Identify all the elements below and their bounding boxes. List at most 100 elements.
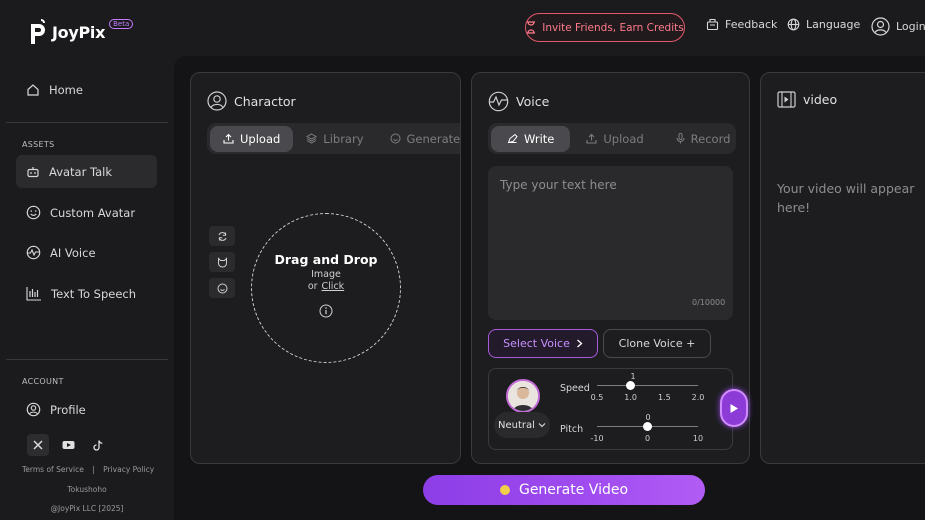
play-preview-button[interactable] [720, 389, 748, 427]
privacy-link[interactable]: Privacy Policy [103, 465, 154, 474]
language-selector[interactable]: Language [787, 18, 860, 31]
voice-settings-card: Neutral Speed 1 0.5 1.0 1.5 2.0 Pitch 0 -10… [488, 368, 733, 450]
terms-link[interactable]: Terms of Service [22, 465, 84, 474]
speed-slider-track[interactable] [597, 385, 698, 386]
profile-icon [26, 402, 41, 417]
feedback-label: Feedback [725, 18, 778, 31]
tokushoho-link[interactable]: Tokushoho [0, 485, 174, 494]
character-panel: Charactor Upload Library Generate Drag a… [190, 72, 461, 464]
script-text-input[interactable] [488, 166, 733, 320]
chevron-down-icon [538, 423, 546, 428]
feedback-icon [706, 18, 719, 31]
main-content: Charactor Upload Library Generate Drag a… [174, 56, 925, 520]
voice-avatar[interactable] [506, 379, 540, 413]
select-voice-button[interactable]: Select Voice [488, 329, 598, 358]
user-circle-icon [207, 91, 227, 111]
upload-icon [223, 133, 234, 144]
panel-title-text: Voice [516, 94, 550, 109]
video-panel-title: video [777, 91, 837, 108]
speed-label: Speed [560, 383, 590, 394]
video-panel: video Your video will appear here! [760, 72, 925, 464]
tab-label: Write [524, 131, 555, 146]
drop-subtitle: Image [311, 269, 341, 280]
tab-label: Upload [603, 131, 644, 146]
voice-panel-title: Voice [488, 91, 549, 112]
tab-record[interactable]: Record [660, 126, 747, 152]
smile-icon [390, 133, 401, 144]
face-tool-button[interactable] [209, 278, 235, 298]
panel-title-text: video [803, 92, 838, 107]
tab-upload[interactable]: Upload [210, 125, 294, 152]
tab-library[interactable]: Library [293, 126, 376, 152]
sidebar: Home ASSETS Avatar Talk Custom Avatar AI… [0, 56, 174, 520]
drop-or-line: or Click [252, 281, 400, 292]
speed-value-label: 1 [630, 372, 636, 381]
play-icon [730, 403, 738, 413]
sidebar-item-label: Custom Avatar [50, 205, 136, 220]
rotate-tool-button[interactable] [209, 226, 235, 246]
speed-slider-thumb[interactable] [626, 381, 636, 390]
sidebar-divider [6, 359, 168, 360]
feedback-link[interactable]: Feedback [706, 18, 777, 31]
login-button[interactable]: Login [871, 17, 925, 36]
sidebar-item-label: Home [49, 82, 83, 97]
copyright-text: @JoyPix LLC [2025] [50, 504, 124, 513]
voice-wave-icon [488, 91, 509, 112]
globe-icon [787, 18, 800, 31]
tab-label: Generated [406, 131, 461, 146]
slider-tick-label: 0.5 [590, 393, 604, 402]
x-icon [33, 440, 43, 450]
hourglass-icon [527, 21, 536, 34]
chevron-right-icon [576, 339, 583, 348]
smile-icon [217, 283, 227, 293]
home-icon [27, 83, 39, 96]
upload-icon [586, 133, 597, 144]
sidebar-item-avatar-talk[interactable]: Avatar Talk [16, 155, 157, 188]
sidebar-item-label: Avatar Talk [49, 164, 113, 179]
brand-name: JoyPix [52, 22, 106, 42]
drop-click-link[interactable]: Click [322, 281, 345, 292]
info-icon[interactable] [319, 304, 333, 318]
sidebar-item-profile[interactable]: Profile [16, 393, 157, 426]
tab-generated[interactable]: Generated [377, 126, 461, 152]
pitch-slider-thumb[interactable] [643, 422, 652, 431]
account-section-label: ACCOUNT [22, 377, 64, 386]
sidebar-item-label: AI Voice [50, 245, 96, 260]
clone-voice-button[interactable]: Clone Voice + [603, 329, 711, 358]
sidebar-item-label: Text To Speech [51, 286, 137, 301]
slider-tick-label: 0 [644, 434, 651, 443]
tab-write[interactable]: Write [491, 125, 571, 152]
sidebar-item-text-to-speech[interactable]: Text To Speech [16, 277, 157, 310]
emotion-dropdown[interactable]: Neutral [494, 412, 550, 438]
cat-face-icon [217, 256, 227, 267]
sidebar-item-ai-voice[interactable]: AI Voice [16, 236, 157, 269]
tab-upload[interactable]: Upload [570, 126, 659, 152]
assets-section-label: ASSETS [22, 140, 55, 149]
tab-label: Upload [240, 131, 281, 146]
pet-tool-button[interactable] [209, 252, 235, 272]
character-counter: 0/10000 [692, 298, 726, 307]
generate-video-button[interactable]: Generate Video [423, 475, 705, 505]
sidebar-item-custom-avatar[interactable]: Custom Avatar [16, 196, 157, 229]
select-voice-label: Select Voice [503, 337, 570, 350]
pitch-value-label: 0 [645, 413, 651, 422]
slider-tick-label: 1.5 [657, 393, 671, 402]
x-link[interactable] [27, 434, 49, 456]
brand-logo[interactable]: JoyPix Beta [28, 18, 134, 46]
image-drop-zone[interactable]: Drag and Drop Image or Click [251, 213, 401, 363]
slider-tick-label: 10 [692, 434, 704, 443]
voice-panel: Voice Write Upload Record Type your text… [471, 72, 750, 464]
tiktok-link[interactable] [87, 434, 109, 456]
tab-label: Record [690, 131, 731, 146]
youtube-link[interactable] [57, 434, 79, 456]
sidebar-item-label: Profile [50, 402, 86, 417]
joypix-logo-icon [31, 19, 45, 44]
microphone-icon [676, 133, 685, 144]
drop-or-text: or [307, 281, 318, 292]
drop-title: Drag and Drop [274, 252, 378, 267]
sidebar-item-home[interactable]: Home [16, 73, 157, 106]
invite-friends-button[interactable]: Invite Friends, Earn Credits [525, 13, 685, 42]
voice-wave-icon [26, 245, 41, 260]
slider-tick-label: -10 [590, 434, 604, 443]
slider-tick-label: 1.0 [624, 393, 638, 402]
